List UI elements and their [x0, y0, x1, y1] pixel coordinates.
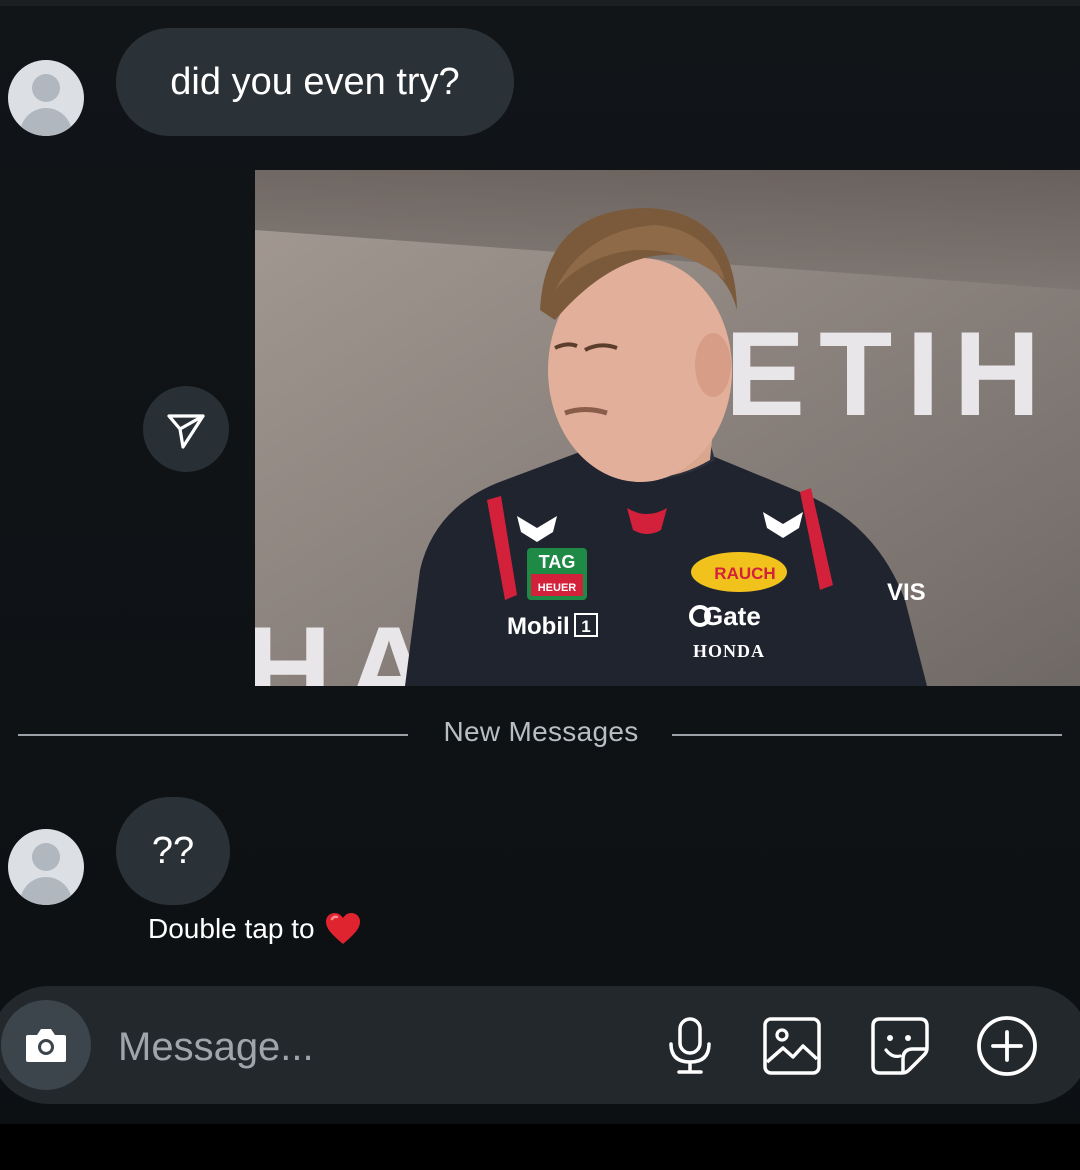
sponsor-gate: Gate [703, 601, 761, 631]
sticker-button[interactable] [864, 1010, 936, 1082]
plus-circle-icon [977, 1016, 1037, 1076]
shared-video[interactable]: ETIH HA TAG HEUER RAUCH Gate HONDA Mobil… [255, 170, 1080, 686]
divider-line-right [672, 734, 1062, 736]
reaction-hint[interactable]: Double tap to [148, 912, 361, 946]
avatar-body [20, 108, 72, 136]
message-text: did you even try? [170, 60, 460, 103]
gallery-button[interactable] [756, 1010, 828, 1082]
message-bubble[interactable]: ?? [116, 797, 230, 905]
sponsor-tag-sub: HEUER [538, 582, 577, 594]
sponsor-mobil: Mobil [507, 613, 570, 640]
camera-button[interactable] [1, 1000, 91, 1090]
microphone-button[interactable] [654, 1010, 726, 1082]
chat-screen: did you even try? ETIH HA TAG HEUER RAUC… [0, 0, 1080, 1170]
sponsor-rauch: RAUCH [714, 564, 775, 583]
add-button[interactable] [971, 1010, 1043, 1082]
heart-icon [325, 913, 360, 944]
sticker-icon [871, 1017, 929, 1075]
avatar-body [20, 877, 72, 905]
image-icon [763, 1017, 821, 1075]
sponsor-honda: HONDA [693, 641, 765, 661]
sender-avatar[interactable] [8, 829, 84, 905]
avatar-head [32, 843, 60, 871]
message-input[interactable] [116, 1016, 640, 1078]
sender-avatar[interactable] [8, 60, 84, 136]
message-bubble[interactable]: did you even try? [116, 28, 514, 136]
paper-plane-icon [167, 414, 205, 449]
sponsor-mobil-num: 1 [581, 617, 590, 636]
microphone-icon [669, 1017, 711, 1074]
top-edge [0, 0, 1080, 6]
sponsor-vis: VIS [887, 579, 926, 606]
video-frame: ETIH HA TAG HEUER RAUCH Gate HONDA Mobil… [255, 170, 1080, 686]
divider-line-left [18, 734, 408, 736]
bottom-bar [0, 1124, 1080, 1170]
avatar-head [32, 74, 60, 102]
sponsor-tag: TAG [539, 552, 576, 572]
share-button[interactable] [143, 386, 229, 472]
camera-icon [26, 1029, 66, 1062]
new-messages-label: New Messages [443, 716, 639, 747]
message-text: ?? [151, 829, 195, 872]
reaction-hint-text: Double tap to [148, 913, 315, 944]
banner-text-right: ETIH [725, 307, 1054, 441]
